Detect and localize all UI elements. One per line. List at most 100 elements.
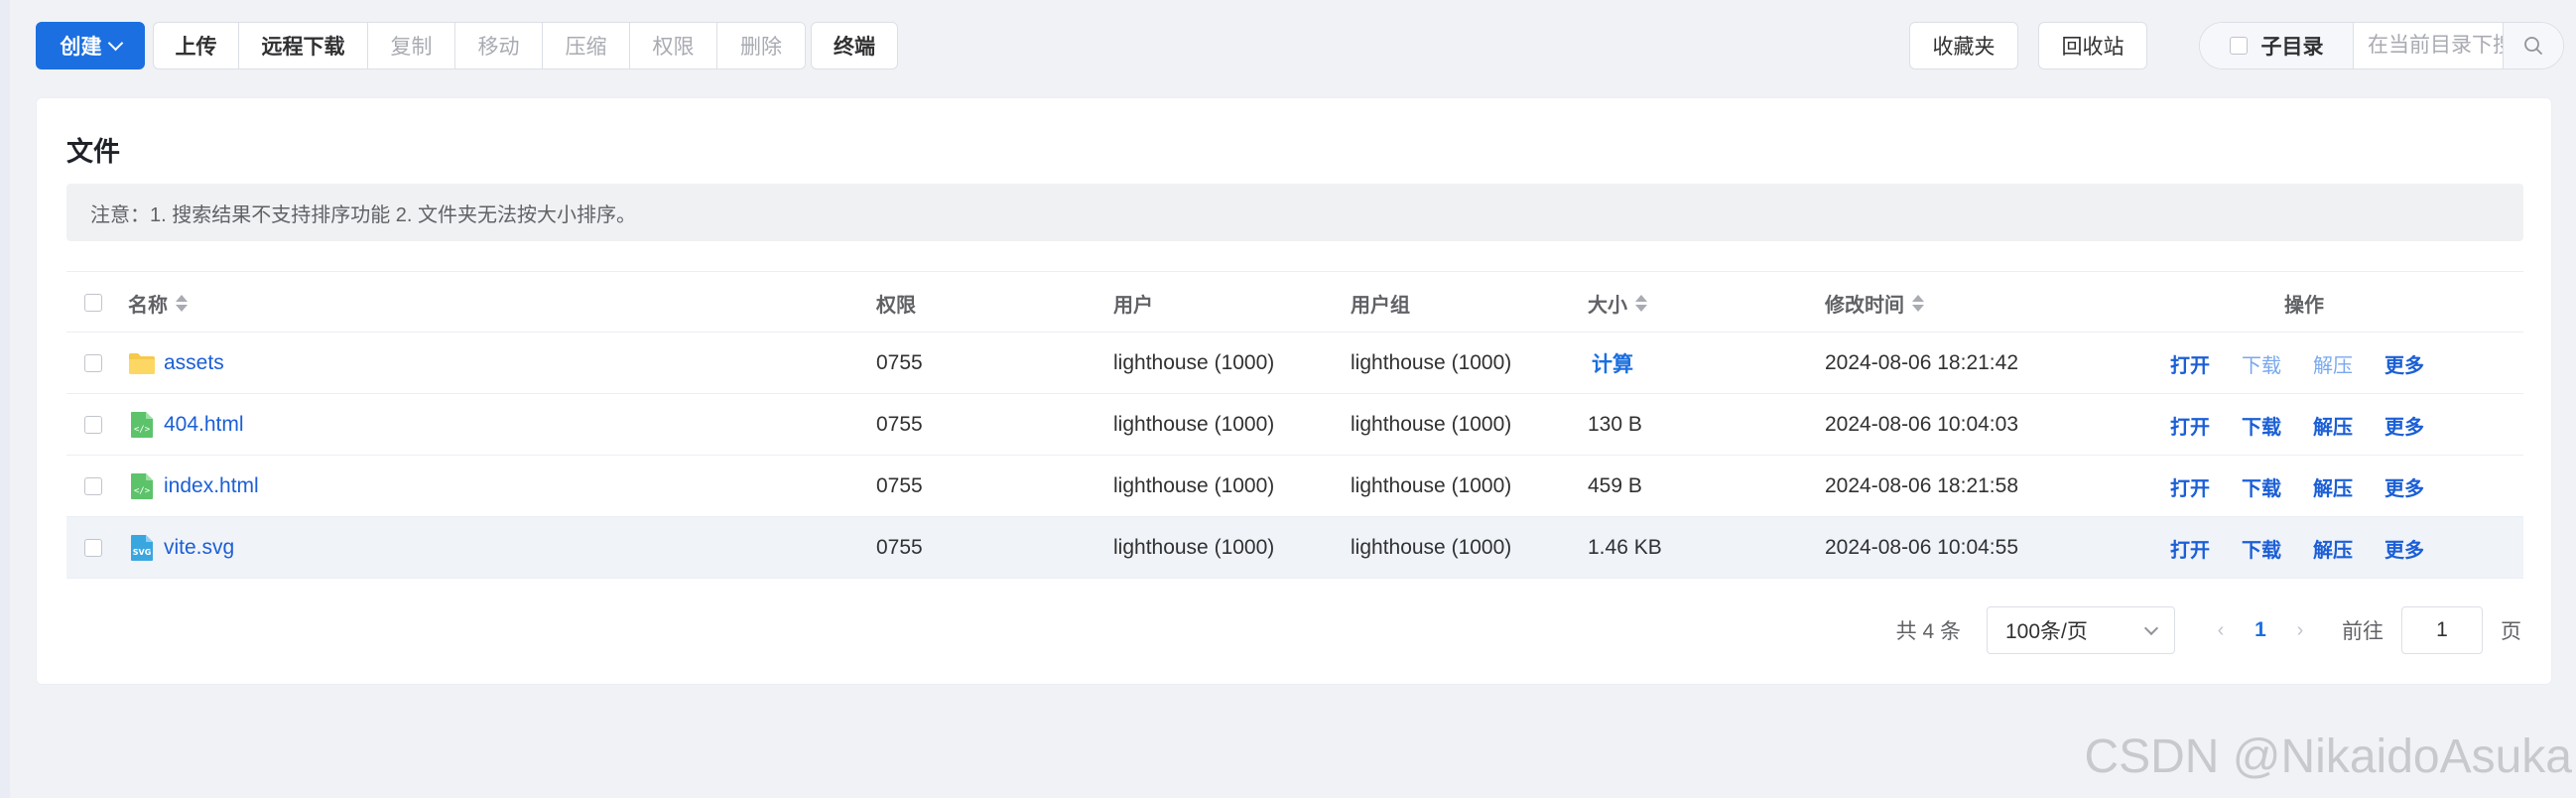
svg-text:</>: </> <box>134 425 151 435</box>
header-permission: 权限 <box>876 294 916 317</box>
svg-text:SVG: SVG <box>133 548 152 557</box>
search-input[interactable] <box>2354 23 2503 68</box>
select-all-checkbox[interactable] <box>84 294 102 312</box>
header-user: 用户 <box>1113 294 1153 317</box>
extract-action[interactable]: 解压 <box>2313 472 2353 501</box>
header-name[interactable]: 名称 <box>128 272 188 333</box>
copy-button[interactable]: 复制 <box>368 23 455 68</box>
extract-action[interactable]: 解压 <box>2313 534 2353 563</box>
folder-icon <box>128 349 156 377</box>
file-name-link[interactable]: vite.svg <box>164 536 234 560</box>
header-group: 用户组 <box>1351 294 1410 317</box>
watermark: CSDN @NikaidoAsuka <box>2084 731 2572 783</box>
compress-button[interactable]: 压缩 <box>543 23 630 68</box>
more-action[interactable]: 更多 <box>2384 472 2424 501</box>
open-action[interactable]: 打开 <box>2170 534 2210 563</box>
sort-icon[interactable] <box>1912 294 1924 312</box>
row-checkbox[interactable] <box>84 354 102 372</box>
sort-icon[interactable] <box>176 294 188 312</box>
header-mtime-label: 修改时间 <box>1825 294 1904 317</box>
extract-action[interactable]: 解压 <box>2313 411 2353 440</box>
search-box: 子目录 <box>2199 22 2564 69</box>
row-checkbox[interactable] <box>84 539 102 557</box>
svg-file-icon: SVG <box>128 534 156 562</box>
subdirectory-toggle[interactable]: 子目录 <box>2200 23 2354 68</box>
more-action[interactable]: 更多 <box>2384 534 2424 563</box>
next-page-icon[interactable]: › <box>2280 606 2320 654</box>
search-button[interactable] <box>2503 23 2563 68</box>
modified-time-cell: 2024-08-06 18:21:42 <box>1825 351 2018 374</box>
goto-page-input[interactable] <box>2401 606 2483 654</box>
actions-cell: 打开 下载 解压 更多 <box>2170 332 2438 394</box>
file-name-link[interactable]: 404.html <box>164 413 244 437</box>
name-cell: SVG vite.svg <box>128 517 234 579</box>
row-checkbox-cell <box>84 517 102 579</box>
download-action[interactable]: 下载 <box>2242 472 2281 501</box>
row-checkbox[interactable] <box>84 416 102 434</box>
sort-icon[interactable] <box>1635 294 1647 312</box>
table-row: </> 404.html 0755 lighthouse (1000) ligh… <box>66 394 2523 456</box>
favorites-button[interactable]: 收藏夹 <box>1909 22 2018 69</box>
size-cell: 459 B <box>1588 474 1642 497</box>
permission-button[interactable]: 权限 <box>630 23 717 68</box>
more-action[interactable]: 更多 <box>2384 349 2424 378</box>
file-name-link[interactable]: assets <box>164 351 224 375</box>
row-checkbox-cell <box>84 394 102 456</box>
page-size-value: 100条/页 <box>2005 620 2088 643</box>
actions-cell: 打开 下载 解压 更多 <box>2170 394 2438 456</box>
upload-button[interactable]: 上传 <box>154 23 239 68</box>
create-button[interactable]: 创建 <box>36 22 145 69</box>
table-row: SVG vite.svg 0755 lighthouse (1000) ligh… <box>66 517 2523 579</box>
header-name-label: 名称 <box>128 294 168 317</box>
header-size[interactable]: 大小 <box>1588 272 1647 333</box>
size-cell: 1.46 KB <box>1588 536 1662 559</box>
header-actions: 操作 <box>2284 294 2324 317</box>
create-label: 创建 <box>60 36 102 59</box>
html-file-icon: </> <box>128 411 156 439</box>
open-action[interactable]: 打开 <box>2170 411 2210 440</box>
download-action[interactable]: 下载 <box>2242 411 2281 440</box>
page-size-select[interactable]: 100条/页 <box>1987 606 2175 654</box>
open-action[interactable]: 打开 <box>2170 349 2210 378</box>
group-cell: lighthouse (1000) <box>1351 351 1512 374</box>
select-all-cell <box>84 272 102 333</box>
size-cell: 130 B <box>1588 413 1642 436</box>
user-cell: lighthouse (1000) <box>1113 474 1275 497</box>
delete-button[interactable]: 删除 <box>717 23 805 68</box>
file-manager-page: 创建 上传 远程下载 复制 移动 压缩 权限 删除 终端 收藏夹 回收站 子目录 <box>0 0 2576 798</box>
page-suffix: 页 <box>2501 620 2521 643</box>
remote-download-button[interactable]: 远程下载 <box>239 23 368 68</box>
search-icon <box>2524 37 2542 55</box>
open-action[interactable]: 打开 <box>2170 472 2210 501</box>
modified-time-cell: 2024-08-06 10:04:03 <box>1825 413 2018 436</box>
actions-cell: 打开 下载 解压 更多 <box>2170 517 2438 579</box>
permission-cell: 0755 <box>876 474 923 497</box>
prev-page-icon[interactable]: ‹ <box>2201 606 2241 654</box>
download-action[interactable]: 下载 <box>2242 349 2281 378</box>
extract-action[interactable]: 解压 <box>2313 349 2353 378</box>
table-row: </> index.html 0755 lighthouse (1000) li… <box>66 456 2523 517</box>
goto-label: 前往 <box>2342 620 2383 643</box>
html-file-icon: </> <box>128 472 156 500</box>
row-checkbox[interactable] <box>84 477 102 495</box>
left-edge <box>0 0 10 798</box>
download-action[interactable]: 下载 <box>2242 534 2281 563</box>
group-cell: lighthouse (1000) <box>1351 536 1512 559</box>
file-action-group: 上传 远程下载 复制 移动 压缩 权限 删除 <box>153 22 806 69</box>
modified-time-cell: 2024-08-06 18:21:58 <box>1825 474 2018 497</box>
header-modified-time[interactable]: 修改时间 <box>1825 272 1924 333</box>
file-name-link[interactable]: index.html <box>164 474 259 498</box>
calculate-size-link[interactable]: 计算 <box>1592 348 1633 378</box>
name-cell: </> 404.html <box>128 394 244 456</box>
permission-cell: 0755 <box>876 413 923 436</box>
subdirectory-checkbox[interactable] <box>2229 37 2248 55</box>
recycle-bin-button[interactable]: 回收站 <box>2038 22 2147 69</box>
permission-cell: 0755 <box>876 351 923 374</box>
terminal-button[interactable]: 终端 <box>811 22 898 69</box>
more-action[interactable]: 更多 <box>2384 411 2424 440</box>
file-list-card: 文件 注意：1. 搜索结果不支持排序功能 2. 文件夹无法按大小排序。 名称 权… <box>36 97 2552 685</box>
svg-text:</>: </> <box>134 486 151 496</box>
page-number-current[interactable]: 1 <box>2241 618 2280 642</box>
move-button[interactable]: 移动 <box>455 23 543 68</box>
toolbar: 创建 上传 远程下载 复制 移动 压缩 权限 删除 终端 收藏夹 回收站 子目录 <box>36 22 2576 69</box>
